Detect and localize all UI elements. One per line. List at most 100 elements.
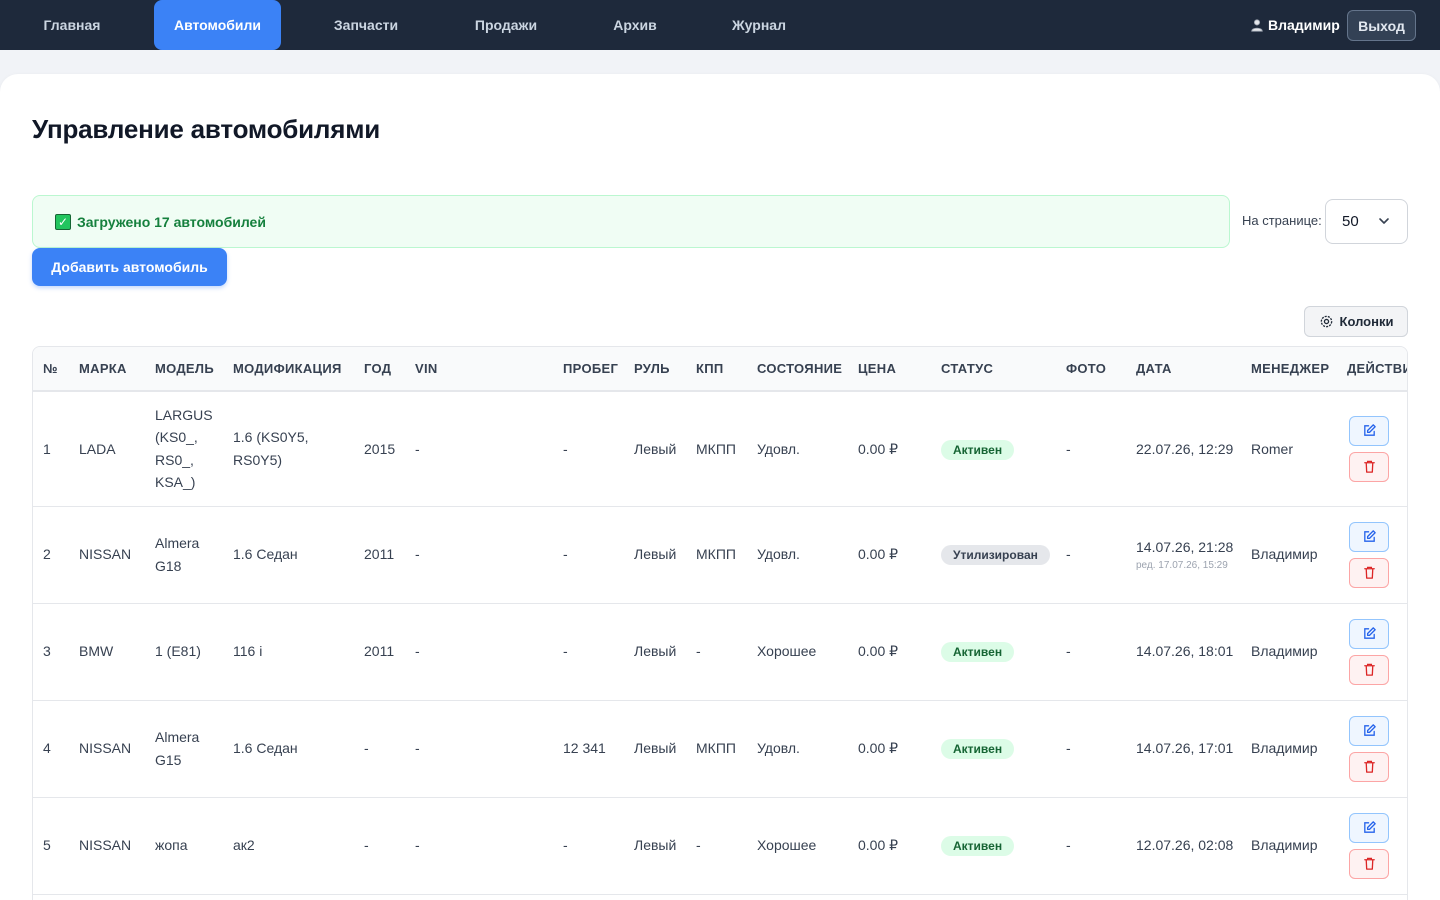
delete-button[interactable] <box>1349 751 1389 782</box>
cell-num: 2 <box>33 506 69 604</box>
row-actions <box>1347 521 1407 588</box>
cell-manager: Romer <box>1241 391 1337 507</box>
per-page-select[interactable]: 50 <box>1325 199 1408 244</box>
col-price[interactable]: ЦЕНА <box>848 347 931 392</box>
nav-log[interactable]: Журнал <box>717 0 801 50</box>
status-badge: Утилизирован <box>941 545 1050 566</box>
cell-year: - <box>354 700 405 798</box>
per-page-label: На странице: <box>1242 213 1322 228</box>
columns-button[interactable]: Колонки <box>1304 306 1408 337</box>
col-date[interactable]: ДАТА <box>1126 347 1241 392</box>
main-card: Управление автомобилями ✓ Загружено 17 а… <box>0 74 1440 900</box>
cell-actions <box>1337 797 1407 895</box>
col-year[interactable]: ГОД <box>354 347 405 392</box>
delete-button[interactable] <box>1349 654 1389 685</box>
nav-sales[interactable]: Продажи <box>458 0 554 50</box>
columns-label: Колонки <box>1339 314 1394 329</box>
delete-button[interactable] <box>1349 848 1389 879</box>
nav-parts[interactable]: Запчасти <box>318 0 414 50</box>
col-wheel[interactable]: РУЛЬ <box>624 347 686 392</box>
trash-icon <box>1363 760 1375 773</box>
delete-button[interactable] <box>1349 557 1389 588</box>
edit-button[interactable] <box>1349 812 1389 843</box>
cell-num: 4 <box>33 700 69 798</box>
cell-modification: ак2 <box>223 797 354 895</box>
cell-price: 0.00 ₽ <box>848 700 931 798</box>
cell-price: 0.00 ₽ <box>848 391 931 507</box>
cell-status: Активен <box>931 391 1056 507</box>
date-created: 22.07.26, 12:29 <box>1136 440 1234 457</box>
status-badge: Активен <box>941 836 1015 857</box>
success-alert: ✓ Загружено 17 автомобилей <box>32 195 1230 248</box>
cell-photo: - <box>1056 603 1126 701</box>
cell-condition: Хорошее <box>747 603 848 701</box>
col-num[interactable]: № <box>33 347 69 392</box>
nav-cars[interactable]: Автомобили <box>154 0 281 50</box>
cell-gearbox: МКПП <box>686 700 747 798</box>
cell-wheel: Левый <box>624 391 686 507</box>
col-manager[interactable]: МЕНЕДЖЕР <box>1241 347 1337 392</box>
cell-vin: - <box>405 391 553 507</box>
cell-manager: Владимир <box>1241 506 1337 604</box>
edit-button[interactable] <box>1349 715 1389 746</box>
gear-icon <box>1320 315 1332 328</box>
edit-icon <box>1363 821 1376 833</box>
cell-wheel: Левый <box>624 506 686 604</box>
cell-condition: Удовл. <box>747 700 848 798</box>
cell-wheel: Левый <box>624 797 686 895</box>
cell-vin: - <box>405 603 553 701</box>
cell-modification: 1.6 Седан <box>223 506 354 604</box>
cell-make: LADA <box>69 391 145 507</box>
table-row: 5 NISSAN жопа ак2- - - Левый - Хорошее 0.00 ₽ Акти… <box>33 797 1407 895</box>
delete-button[interactable] <box>1349 451 1389 482</box>
trash-icon <box>1363 460 1375 474</box>
col-model[interactable]: МОДЕЛЬ <box>145 347 223 392</box>
cell-make: NISSAN <box>69 700 145 798</box>
date-created: 12.07.26, 02:08 <box>1136 837 1234 854</box>
cell-mileage: - <box>553 603 624 701</box>
col-make[interactable]: МАРКА <box>69 347 145 392</box>
col-modification[interactable]: МОДИФИКАЦИЯ <box>223 347 354 392</box>
cell-num: 5 <box>33 797 69 895</box>
cell-photo: - <box>1056 797 1126 895</box>
cell-mileage: - <box>553 506 624 604</box>
date-created: 14.07.26, 21:28 <box>1136 539 1234 556</box>
cell-model: Almera G15 <box>145 700 223 798</box>
col-vin[interactable]: VIN <box>405 347 553 392</box>
logout-button[interactable]: Выход <box>1347 10 1416 41</box>
col-photo[interactable]: ФОТО <box>1056 347 1126 392</box>
trash-icon <box>1363 663 1375 676</box>
edit-icon <box>1363 724 1376 736</box>
cell-price: 0.00 ₽ <box>848 603 931 701</box>
nav-archive[interactable]: Архив <box>595 0 675 50</box>
cell-year: 2015 <box>354 391 405 507</box>
col-status[interactable]: СТАТУС <box>931 347 1056 392</box>
cell-date: 14.07.26, 17:01 <box>1126 700 1241 798</box>
cell-status: Активен <box>931 700 1056 798</box>
cell-modification: 116 i <box>223 603 354 701</box>
col-mileage[interactable]: ПРОБЕГ <box>553 347 624 392</box>
add-car-button[interactable]: Добавить автомобиль <box>32 248 227 286</box>
col-gearbox[interactable]: КПП <box>686 347 747 392</box>
col-condition[interactable]: СОСТОЯНИЕ <box>747 347 848 392</box>
nav-home[interactable]: Главная <box>24 0 120 50</box>
cell-make: BMW <box>69 603 145 701</box>
cell-manager: Владимир <box>1241 603 1337 701</box>
cell-model: жопа <box>145 797 223 895</box>
table-row: 3 BMW 1 (E81) 116 i 2011- - Левый - Хорошее 0.00 … <box>33 603 1407 701</box>
status-badge: Активен <box>941 739 1015 760</box>
edit-button[interactable] <box>1349 415 1389 446</box>
cell-mileage: - <box>553 797 624 895</box>
edit-button[interactable] <box>1349 618 1389 649</box>
cars-table: № МАРКА МОДЕЛЬ МОДИФИКАЦИЯ ГОД VIN ПРОБЕ… <box>32 346 1408 900</box>
cell-date: 14.07.26, 18:01 <box>1126 603 1241 701</box>
chevron-down-icon <box>1379 218 1389 224</box>
cell-condition: Удовл. <box>747 391 848 507</box>
date-created: 14.07.26, 18:01 <box>1136 643 1234 660</box>
check-icon: ✓ <box>55 213 71 230</box>
user-icon <box>1251 19 1263 32</box>
cell-mileage: 12 341 <box>553 700 624 798</box>
edit-button[interactable] <box>1349 521 1389 552</box>
date-edited: ред. 17.07.26, 15:29 <box>1136 559 1228 571</box>
cell-photo: - <box>1056 700 1126 798</box>
